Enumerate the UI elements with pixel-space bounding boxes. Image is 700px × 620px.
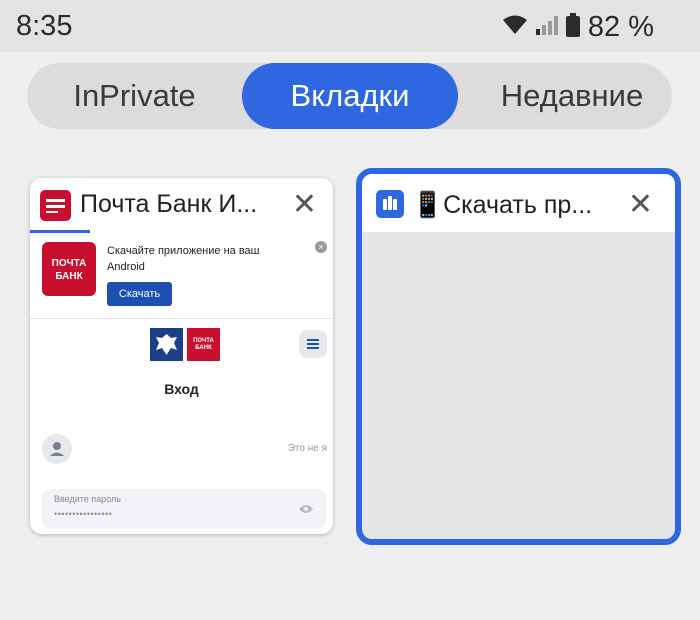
- tab-card-title: Почта Банк И...: [80, 190, 258, 218]
- status-icons: 82 %: [502, 10, 654, 44]
- battery-icon: [565, 12, 580, 42]
- password-field: Введите пароль ••••••••••••••••: [42, 489, 326, 529]
- tab-card-header: Почта Банк И... ✕: [30, 178, 333, 233]
- password-value: ••••••••••••••••: [54, 509, 113, 519]
- tab-card-header: 📱Скачать пр... ✕: [362, 174, 675, 232]
- battery-percent: 82 %: [587, 10, 654, 43]
- app-favicon-icon: [376, 190, 404, 218]
- download-button: Скачать: [107, 282, 172, 306]
- hamburger-menu-icon: [299, 330, 327, 358]
- wifi-icon: [502, 14, 528, 41]
- tab-card-pochta-bank[interactable]: Почта Банк И... ✕ ПОЧТА БАНК Скачайте пр…: [30, 178, 333, 534]
- eye-icon: [298, 502, 314, 520]
- close-tab-icon[interactable]: ✕: [292, 190, 317, 220]
- signal-icon: [534, 14, 560, 41]
- tab-switcher-segments: InPrivate Вкладки Недавние: [27, 63, 672, 129]
- segment-inprivate[interactable]: InPrivate: [27, 63, 242, 129]
- close-tab-icon[interactable]: ✕: [628, 190, 653, 220]
- tab-page-thumbnail: ПОЧТА БАНК Скачайте приложение на ваш An…: [30, 233, 333, 534]
- pochta-bank-favicon-icon: [40, 190, 71, 221]
- tab-card-title: 📱Скачать пр...: [412, 191, 593, 219]
- password-label: Введите пароль: [54, 494, 121, 504]
- login-title: Вход: [164, 381, 199, 397]
- russian-post-emblem-icon: [150, 328, 183, 361]
- segment-recent[interactable]: Недавние: [472, 63, 672, 129]
- status-bar: 8:35 82 %: [0, 0, 700, 52]
- status-time: 8:35: [16, 10, 73, 42]
- banner-close-icon: ×: [315, 241, 327, 253]
- header-logos: ПОЧТА БАНК: [150, 328, 220, 361]
- segment-tabs[interactable]: Вкладки: [242, 63, 458, 129]
- bank-logo: ПОЧТА БАНК: [42, 242, 96, 296]
- app-banner: ПОЧТА БАНК Скачайте приложение на ваш An…: [30, 233, 333, 319]
- banner-text: Скачайте приложение на ваш Android: [107, 245, 260, 273]
- bank-small-logo: ПОЧТА БАНК: [187, 328, 220, 361]
- user-avatar-icon: [42, 434, 72, 464]
- tab-card-download-app[interactable]: 📱Скачать пр... ✕: [356, 168, 681, 545]
- not-me-link: Это не я: [287, 443, 327, 454]
